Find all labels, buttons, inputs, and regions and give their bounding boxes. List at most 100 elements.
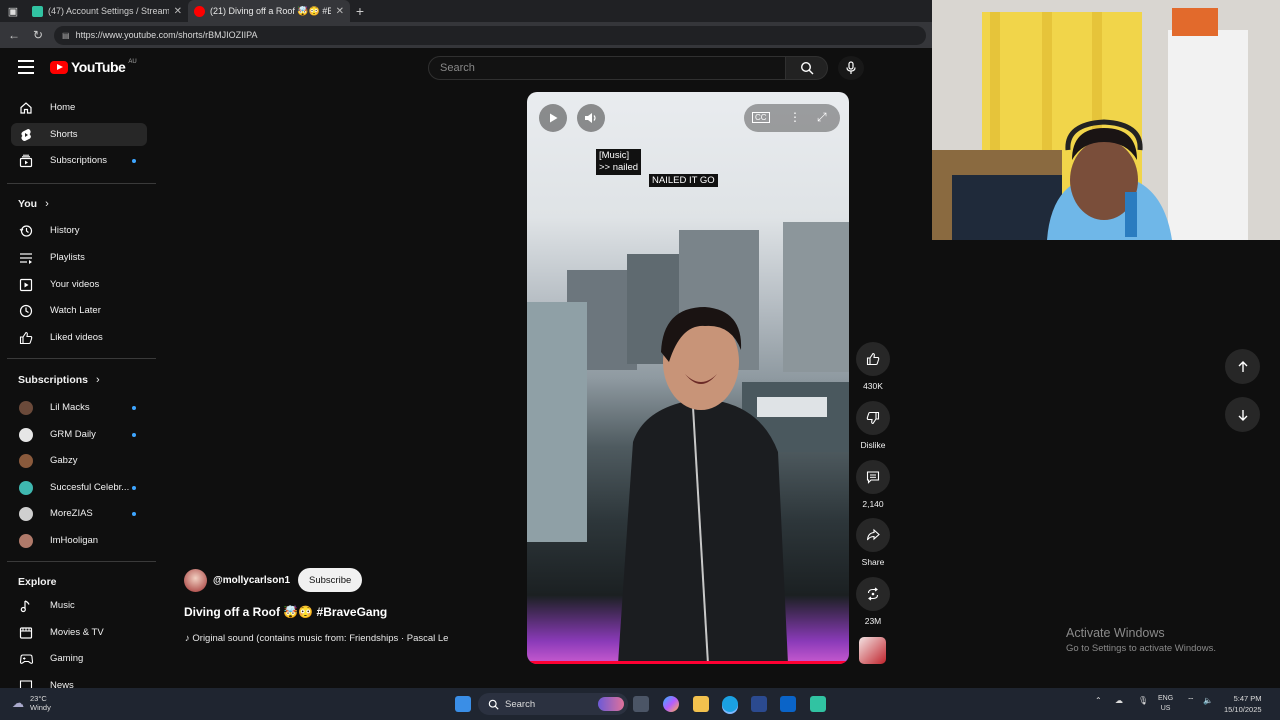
workspaces-icon[interactable]: ▣ xyxy=(0,0,26,22)
channel-avatar[interactable] xyxy=(184,568,207,592)
edge-browser-icon[interactable] xyxy=(722,696,738,712)
show-hidden-icons-icon[interactable]: ⌃ xyxy=(1095,696,1102,705)
volume-button[interactable] xyxy=(577,104,605,132)
sidebar-subscription-succesful-celebr[interactable]: Succesful Celebr... xyxy=(11,476,147,499)
sidebar-item-shorts[interactable]: Shorts xyxy=(11,123,147,146)
comments-action[interactable]: 2,140 xyxy=(855,460,891,509)
channel-avatar xyxy=(19,400,33,415)
wifi-icon[interactable]: ⌔ xyxy=(1187,696,1195,706)
url-field[interactable]: ▤ https://www.youtube.com/shorts/rBMJIOZ… xyxy=(54,25,926,45)
system-clock[interactable]: 5:47 PM 15/10/2025 xyxy=(1224,693,1262,715)
sidebar-item-subscriptions[interactable]: Subscriptions xyxy=(11,149,147,172)
caption-box: [Music] >> nailed xyxy=(596,149,642,175)
new-tab-button[interactable]: + xyxy=(350,3,370,19)
taskbar-search[interactable]: Search xyxy=(478,693,628,715)
sidebar-item-gaming[interactable]: Gaming xyxy=(11,647,147,670)
sound-link[interactable]: ♪ Original sound (contains music from: F… xyxy=(185,633,485,644)
microphone-icon xyxy=(846,61,856,74)
search-button[interactable] xyxy=(786,56,828,80)
new-content-dot xyxy=(132,405,136,410)
arrow-down-icon xyxy=(1238,409,1247,421)
person-figure xyxy=(618,307,788,664)
voice-search-button[interactable] xyxy=(838,56,864,80)
subscriptions-section-header[interactable]: Subscriptions › xyxy=(18,374,100,386)
fullscreen-icon[interactable]: ⤢ xyxy=(817,110,827,125)
sidebar-item-label: ImHooligan xyxy=(50,535,99,546)
weather-temp: 23°C xyxy=(30,694,47,703)
divider xyxy=(7,561,156,562)
you-section-header[interactable]: You › xyxy=(18,198,49,210)
search-input[interactable]: Search xyxy=(428,56,786,80)
onedrive-icon[interactable]: ☁ xyxy=(1115,696,1123,705)
sidebar-item-music[interactable]: Music xyxy=(11,594,147,617)
sidebar-subscription-imhooligan[interactable]: ImHooligan xyxy=(11,529,147,552)
sidebar-item-playlists[interactable]: Playlists xyxy=(11,246,147,269)
like-button[interactable] xyxy=(856,342,890,376)
share-button[interactable] xyxy=(856,518,890,552)
close-tab-icon[interactable]: ✕ xyxy=(174,6,182,17)
remix-button[interactable] xyxy=(856,577,890,611)
sidebar-item-liked-videos[interactable]: Liked videos xyxy=(11,326,147,349)
tab-youtube-short[interactable]: (21) Diving off a Roof 🤯😳 #Br ✕ xyxy=(188,0,350,22)
home-icon xyxy=(11,101,41,115)
sidebar-item-label: Liked videos xyxy=(50,332,103,343)
comments-button[interactable] xyxy=(856,460,890,494)
tab-account-settings[interactable]: (47) Account Settings / Streamlabs ✕ xyxy=(26,0,188,22)
copilot-icon[interactable] xyxy=(663,696,679,712)
shorts-video-player[interactable]: CC ⋮ ⤢ [Music] >> nailed NAILED IT GO xyxy=(527,92,849,664)
back-icon[interactable]: ← xyxy=(6,28,22,42)
sidebar-subscription-lil-macks[interactable]: Lil Macks xyxy=(11,396,147,419)
weather-widget[interactable]: ☁ 23°C Windy xyxy=(12,694,51,712)
youtube-logo[interactable]: YouTube AU xyxy=(50,59,137,75)
store-icon[interactable] xyxy=(751,696,767,712)
sound-thumbnail[interactable] xyxy=(859,637,886,664)
sidebar-subscription-morezias[interactable]: MoreZIAS xyxy=(11,502,147,525)
news-icon xyxy=(11,679,41,688)
start-menu-icon[interactable] xyxy=(455,696,471,712)
site-info-icon[interactable]: ▤ xyxy=(62,31,70,40)
watermark-subtitle: Go to Settings to activate Windows. xyxy=(1066,643,1216,654)
previous-video-button[interactable] xyxy=(1225,349,1260,384)
share-action[interactable]: Share xyxy=(855,518,891,567)
video-progress-bar[interactable] xyxy=(527,661,849,664)
sidebar-item-watch-later[interactable]: Watch Later xyxy=(11,299,147,322)
sidebar-item-label: Gaming xyxy=(50,653,84,664)
clock-time: 5:47 PM xyxy=(1233,694,1262,703)
sidebar-subscription-grm-daily[interactable]: GRM Daily xyxy=(11,423,147,446)
outlook-icon[interactable] xyxy=(780,696,796,712)
sidebar-item-history[interactable]: History xyxy=(11,219,147,242)
remix-action[interactable]: 23M xyxy=(855,577,891,626)
task-view-icon[interactable] xyxy=(633,696,649,712)
like-action[interactable]: 430K xyxy=(855,342,891,391)
sidebar-item-movies-tv[interactable]: Movies & TV xyxy=(11,621,147,644)
volume-icon xyxy=(585,113,596,123)
divider xyxy=(7,183,156,184)
file-explorer-icon[interactable] xyxy=(693,696,709,712)
speaker-icon[interactable]: 🔈 xyxy=(1203,696,1213,705)
comment-count: 2,140 xyxy=(862,499,884,509)
streamlabs-icon[interactable] xyxy=(810,696,826,712)
closed-captions-icon[interactable]: CC xyxy=(752,112,770,123)
channel-name[interactable]: @mollycarlson1 xyxy=(213,575,290,586)
sidebar-item-your-videos[interactable]: Your videos xyxy=(11,273,147,296)
microphone-tray-icon[interactable]: 🎙 xyxy=(1138,696,1148,705)
sidebar-item-label: History xyxy=(50,225,80,236)
language-indicator[interactable]: ENG US xyxy=(1158,694,1173,714)
playlists-icon xyxy=(11,251,41,265)
sidebar-item-home[interactable]: Home xyxy=(11,96,147,119)
close-tab-icon[interactable]: ✕ xyxy=(336,6,344,17)
sidebar-subscription-gabzy[interactable]: Gabzy xyxy=(11,449,147,472)
dislike-button[interactable] xyxy=(856,401,890,435)
menu-icon[interactable] xyxy=(18,60,34,74)
sidebar-item-news[interactable]: News xyxy=(11,674,147,688)
windows-taskbar: ☁ 23°C Windy Search ⌃ ☁ 🎙 ENG US ⌔ 🔈 5:4… xyxy=(0,688,1280,720)
next-video-button[interactable] xyxy=(1225,397,1260,432)
play-button[interactable] xyxy=(539,104,567,132)
subscribe-button[interactable]: Subscribe xyxy=(298,568,363,592)
more-options-icon[interactable]: ⋮ xyxy=(789,110,801,124)
reload-icon[interactable]: ↻ xyxy=(30,28,46,42)
search-highlight-icon xyxy=(598,697,624,711)
address-bar-row: ← ↻ ▤ https://www.youtube.com/shorts/rBM… xyxy=(0,22,932,48)
dislike-action[interactable]: Dislike xyxy=(855,401,891,450)
sidebar-item-label: Subscriptions xyxy=(50,155,108,166)
